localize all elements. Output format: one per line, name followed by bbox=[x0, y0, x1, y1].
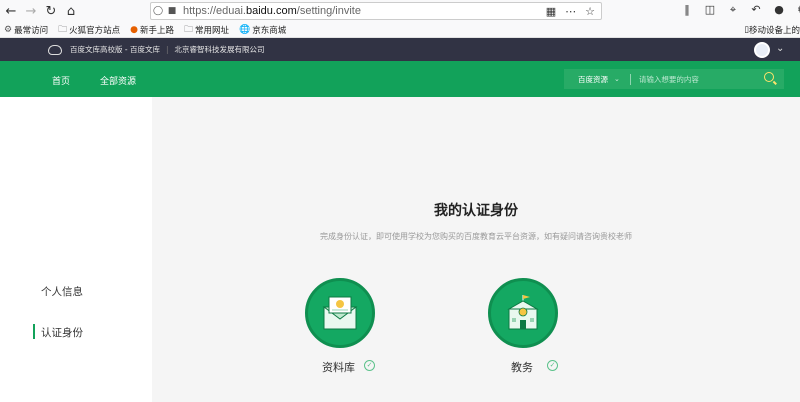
main-nav: 首页 全部资源 百度资源 ⌄ bbox=[0, 61, 800, 97]
url-prefix: https://eduai. bbox=[183, 5, 246, 17]
bookmark-firefox-site[interactable]: 🗀 火狐官方站点 bbox=[58, 22, 120, 38]
divider: | bbox=[165, 45, 169, 54]
screenshot-icon[interactable]: ⌖ bbox=[726, 3, 740, 17]
settings-icon[interactable]: ⚙ bbox=[795, 3, 800, 17]
bookmark-getting-started[interactable]: ● 新手上路 bbox=[130, 24, 174, 36]
globe-icon: 🌐 bbox=[239, 24, 251, 35]
firefox-icon: ● bbox=[130, 24, 138, 35]
home-icon[interactable]: ⌂ bbox=[62, 2, 80, 20]
search-icon[interactable] bbox=[764, 72, 774, 82]
bookmark-jd[interactable]: 🌐 京东商城 bbox=[239, 24, 286, 36]
bookmark-label: 常用网址 bbox=[195, 25, 230, 36]
bookmark-label: 新手上路 bbox=[139, 25, 174, 36]
school-building-icon[interactable] bbox=[488, 278, 558, 348]
library-icon[interactable]: ‖ bbox=[680, 3, 694, 17]
school-building-graphic bbox=[507, 295, 539, 330]
main-content: 我的认证身份 完成身份认证，即可使用学校为您购买的百度教育云平台资源，如有疑问请… bbox=[152, 97, 800, 402]
search-input[interactable] bbox=[638, 74, 749, 84]
bookmark-label: 京东商城 bbox=[252, 25, 287, 36]
url-domain: baidu.com bbox=[246, 5, 297, 17]
lock-icon[interactable]: ■ bbox=[165, 6, 179, 16]
bookmark-star-icon[interactable]: ☆ bbox=[585, 5, 595, 18]
back-icon[interactable]: ← bbox=[2, 2, 20, 20]
browser-toolbar: ← → ↻ ⌂ ◯ ■ https://eduai.baidu.com/sett… bbox=[0, 0, 800, 22]
forward-icon[interactable]: → bbox=[22, 2, 40, 20]
gear-icon: ⚙ bbox=[4, 24, 13, 35]
search-category-select[interactable]: 百度资源 bbox=[578, 74, 608, 85]
bookmark-mobile[interactable]: ▯ 移动设备上的 bbox=[744, 22, 800, 38]
avatar[interactable] bbox=[754, 42, 770, 58]
folder-icon: 🗀 bbox=[58, 24, 68, 35]
sidebar-item-identity[interactable]: 认证身份 bbox=[41, 325, 83, 340]
page-subtitle: 完成身份认证，即可使用学校为您购买的百度教育云平台资源，如有疑问请咨询贵校老师 bbox=[320, 232, 632, 241]
chevron-down-icon[interactable]: ⌄ bbox=[614, 75, 620, 83]
undo-icon[interactable]: ↶ bbox=[749, 3, 763, 17]
qr-code-icon[interactable]: ▦ bbox=[546, 5, 556, 18]
divider bbox=[629, 73, 631, 85]
card-label-library[interactable]: 资料库 bbox=[322, 359, 355, 375]
address-bar[interactable]: ◯ ■ https://eduai.baidu.com/setting/invi… bbox=[150, 2, 602, 20]
site-top-bar: 百度文库高校版 - 百度文库 | 北京睿智科技发展有限公司 bbox=[0, 38, 800, 61]
page-title: 我的认证身份 bbox=[434, 203, 518, 219]
bookmark-most-visited[interactable]: ⚙ 最常访问 bbox=[4, 24, 48, 36]
certificate-icon[interactable] bbox=[305, 278, 375, 348]
bookmark-label: 最常访问 bbox=[14, 25, 49, 36]
bookmarks-bar: ⚙ 最常访问 🗀 火狐官方站点 ● 新手上路 🗀 常用网址 🌐 京东商城 ▯ 移动设备上的 bbox=[0, 22, 800, 38]
company-name: 北京睿智科技发展有限公司 bbox=[174, 45, 265, 54]
chevron-down-icon[interactable]: ⌄ bbox=[776, 43, 784, 54]
check-circle-icon: ✓ bbox=[547, 360, 558, 371]
site-name[interactable]: 百度文库高校版 - 百度文库 bbox=[70, 44, 160, 55]
folder-icon: 🗀 bbox=[184, 24, 194, 35]
shield-icon[interactable]: ◯ bbox=[151, 6, 165, 16]
bookmark-label: 移动设备上的 bbox=[748, 26, 800, 36]
check-circle-icon: ✓ bbox=[364, 360, 375, 371]
active-indicator bbox=[33, 324, 35, 339]
reload-icon[interactable]: ↻ bbox=[42, 2, 60, 20]
certificate-graphic bbox=[322, 296, 358, 330]
bookmark-common-sites[interactable]: 🗀 常用网址 bbox=[184, 22, 229, 38]
nav-all-resources[interactable]: 全部资源 bbox=[100, 74, 136, 87]
nav-home[interactable]: 首页 bbox=[52, 74, 70, 87]
search-box: 百度资源 ⌄ bbox=[564, 69, 784, 89]
baidu-wenku-logo-icon[interactable] bbox=[48, 44, 62, 55]
bookmark-label: 火狐官方站点 bbox=[69, 25, 121, 36]
sidebar: 个人信息 认证身份 bbox=[0, 97, 152, 402]
url-text[interactable]: https://eduai.baidu.com/setting/invite bbox=[183, 5, 361, 17]
page-actions-icon[interactable]: ⋯ bbox=[565, 5, 576, 18]
card-label-academic[interactable]: 教务 bbox=[511, 359, 533, 375]
url-path: /setting/invite bbox=[296, 5, 361, 17]
sidebar-icon[interactable]: ◫ bbox=[703, 3, 717, 17]
sidebar-item-personal-info[interactable]: 个人信息 bbox=[41, 284, 83, 299]
chat-icon[interactable]: ● bbox=[772, 3, 786, 17]
